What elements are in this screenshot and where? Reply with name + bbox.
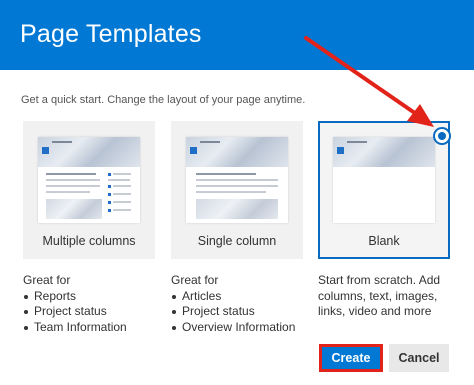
list-item: Team Information: [23, 320, 127, 336]
template-label: Multiple columns: [42, 234, 136, 248]
template-card-single-column[interactable]: Single column: [171, 121, 303, 259]
description-title: Great for: [171, 273, 219, 287]
list-item: Overview Information: [171, 320, 295, 336]
template-description-single-column: Great for Articles Project status Overvi…: [171, 273, 295, 335]
template-description-blank: Start from scratch. Add columns, text, i…: [318, 273, 441, 318]
template-thumbnail: [333, 137, 435, 223]
template-label: Single column: [197, 234, 277, 248]
list-item: Reports: [23, 289, 127, 305]
radio-dot: [438, 132, 446, 140]
list-item: Project status: [23, 304, 127, 320]
list-item: Project status: [171, 304, 295, 320]
list-item: Articles: [171, 289, 295, 305]
create-button[interactable]: Create: [319, 344, 383, 372]
cancel-button[interactable]: Cancel: [389, 344, 449, 372]
description-title: Great for: [23, 273, 71, 287]
template-thumbnail: [38, 137, 140, 223]
template-card-multiple-columns[interactable]: Multiple columns: [23, 121, 155, 259]
template-thumbnail: [186, 137, 288, 223]
dialog-title: Page Templates: [20, 20, 202, 48]
template-description-multiple-columns: Great for Reports Project status Team In…: [23, 273, 127, 335]
template-card-blank[interactable]: Blank: [318, 121, 450, 259]
selected-radio-icon[interactable]: [433, 127, 451, 145]
template-label: Blank: [368, 234, 400, 248]
dialog-header: Page Templates: [0, 0, 474, 70]
dialog-subtitle: Get a quick start. Change the layout of …: [21, 94, 306, 106]
